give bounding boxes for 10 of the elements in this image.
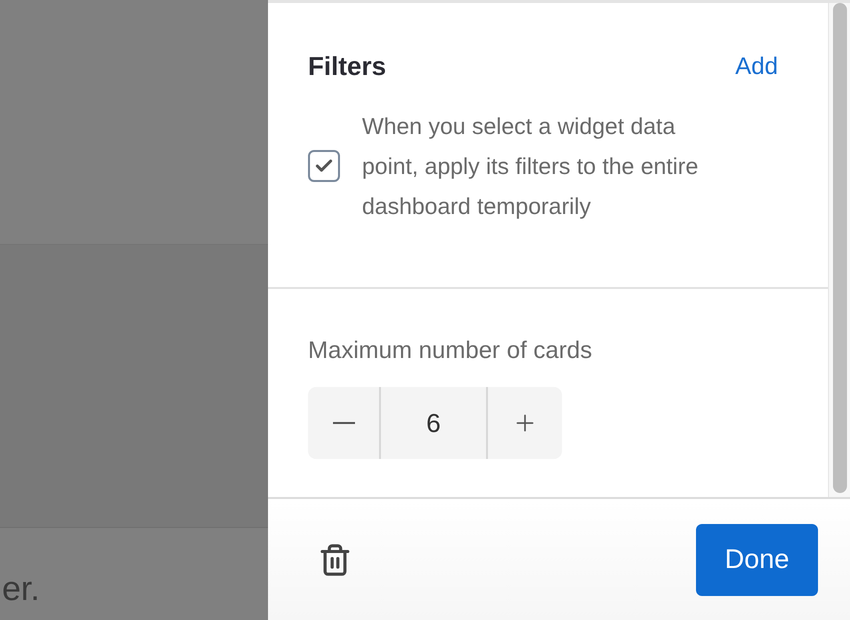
option-label: When you select a widget data point, apply its filters to the entire dashboard temporarily [362, 112, 700, 221]
background-text: er. [2, 572, 40, 606]
scrollbar-thumb[interactable] [832, 3, 846, 493]
add-link[interactable]: Add [735, 48, 778, 84]
done-button[interactable]: Done [696, 524, 818, 596]
section-title: Filters [308, 50, 386, 83]
field-label: Maximum number of cards [308, 336, 594, 366]
trash-icon[interactable] [318, 542, 352, 576]
checkbox[interactable] [308, 150, 340, 182]
minus-icon [332, 422, 354, 424]
